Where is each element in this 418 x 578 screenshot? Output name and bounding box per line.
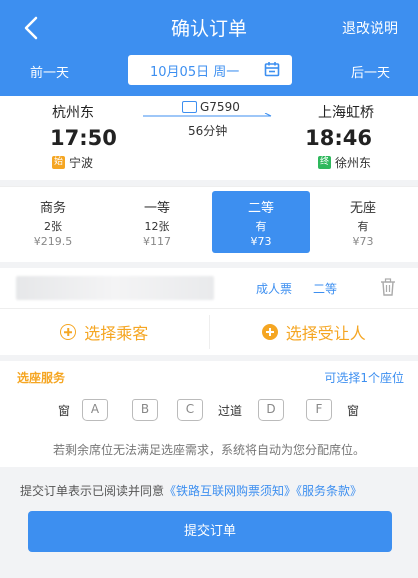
end-badge: 终	[317, 156, 331, 169]
seat-class-business[interactable]: 商务 2张 ¥219.5	[4, 191, 102, 253]
seat-service-note: 若剩余席位无法满足选座需求，系统将自动为您分配席位。	[52, 443, 365, 457]
next-day-button[interactable]: 后一天	[351, 62, 390, 81]
seat-class-second[interactable]: 二等 有 ¥73	[212, 191, 310, 253]
window-label-left: 窗	[58, 403, 71, 418]
passenger-row: 成人票 二等	[0, 268, 418, 309]
start-badge: 始	[52, 156, 65, 169]
prev-day-button[interactable]: 前一天	[30, 62, 69, 81]
submit-order-button[interactable]: 提交订单	[28, 511, 392, 552]
seat-class-count: 有	[357, 220, 369, 233]
seat-class-name: 无座	[349, 201, 376, 216]
choose-transferee-label: 选择受让人	[285, 324, 366, 343]
window-label-right: 窗	[347, 403, 360, 418]
ticket-rules-link[interactable]: 《铁路互联网购票须知》	[164, 484, 296, 498]
agreement-prefix: 提交订单表示已阅读并同意	[20, 484, 165, 498]
seat-b-button[interactable]: B	[132, 399, 158, 421]
seat-selection-service: 选座服务 可选择1个座位 窗 A B C 过道 D F 窗 若剩余席位无法满足选…	[0, 361, 418, 467]
seat-class-name: 二等	[247, 201, 274, 216]
departure-time: 17:50	[50, 126, 117, 150]
train-info-card: 杭州东 G7590 56分钟 上海虹桥 17:50 18:46 始 宁波 终 徐…	[0, 96, 418, 180]
passenger-name-redacted	[16, 276, 214, 300]
seat-class-count: 有	[255, 220, 267, 233]
seat-class-count: 12张	[144, 220, 170, 233]
terminal-station: 徐州东	[334, 156, 371, 170]
terms-link[interactable]: 《服务条款》	[296, 484, 362, 498]
seat-class-price: ¥73	[352, 235, 374, 248]
date-selector[interactable]: 10月05日 周一	[128, 55, 292, 85]
seat-map: 窗 A B C 过道 D F 窗	[0, 397, 418, 423]
trip-duration: 56分钟	[188, 124, 228, 138]
seat-class-selector: 商务 2张 ¥219.5 一等 12张 ¥117 二等 有 ¥73 无座 有 ¥…	[0, 186, 418, 262]
agreement-text: 提交订单表示已阅读并同意《铁路互联网购票须知》《服务条款》	[20, 482, 362, 499]
trash-icon[interactable]	[380, 278, 396, 296]
seat-class-count: 2张	[44, 220, 62, 233]
train-code[interactable]: G7590	[182, 100, 240, 114]
ticket-type[interactable]: 成人票	[256, 280, 292, 297]
seat-class-price: ¥219.5	[33, 235, 73, 248]
terminal-station-info: 终 徐州东	[317, 154, 371, 171]
origin-station: 宁波	[69, 156, 94, 170]
aisle-label: 过道	[218, 403, 243, 418]
refund-policy-link[interactable]: 退改说明	[342, 18, 398, 38]
seat-c-button[interactable]: C	[177, 399, 203, 421]
seat-service-title: 选座服务	[17, 371, 66, 385]
choose-transferee-button[interactable]: 选择受让人	[210, 309, 418, 355]
seat-class-name: 一等	[143, 201, 170, 216]
arrival-station: 上海虹桥	[318, 105, 374, 121]
route-arrow-icon	[143, 113, 272, 117]
date-text: 10月05日 周一	[150, 64, 240, 80]
seat-a-button[interactable]: A	[82, 399, 108, 421]
passenger-actions: 选择乘客 选择受让人	[0, 309, 418, 355]
choose-passenger-label: 选择乘客	[84, 324, 149, 343]
seat-class-name: 商务	[39, 201, 66, 216]
seat-class-price: ¥117	[143, 235, 171, 248]
departure-station: 杭州东	[52, 105, 94, 121]
add-circle-icon	[60, 324, 77, 340]
add-circle-filled-icon	[261, 324, 278, 340]
arrival-time: 18:46	[305, 126, 372, 150]
seat-service-hint: 可选择1个座位	[324, 371, 404, 385]
header-bar: 确认订单 退改说明 前一天 10月05日 周一 后一天	[0, 0, 418, 96]
choose-passenger-button[interactable]: 选择乘客	[0, 309, 209, 355]
seat-d-button[interactable]: D	[258, 399, 284, 421]
seat-class-price: ¥73	[250, 235, 272, 248]
train-card-icon	[182, 101, 197, 113]
passenger-seat-class[interactable]: 二等	[313, 280, 337, 297]
seat-class-standing[interactable]: 无座 有 ¥73	[314, 191, 412, 253]
seat-f-button[interactable]: F	[306, 399, 332, 421]
seat-class-first[interactable]: 一等 12张 ¥117	[108, 191, 206, 253]
origin-station-info: 始 宁波	[52, 154, 93, 171]
train-code-text: G7590	[200, 100, 240, 114]
calendar-icon	[264, 62, 280, 77]
